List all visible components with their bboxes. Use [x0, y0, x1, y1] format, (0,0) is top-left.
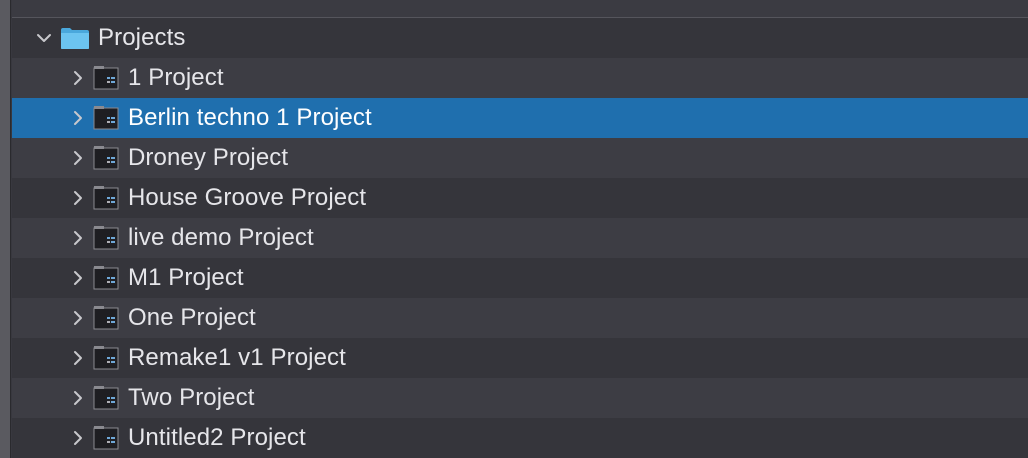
tree-row-project[interactable]: Remake1 v1 Project: [12, 338, 1028, 378]
tree-row-project[interactable]: live demo Project: [12, 218, 1028, 258]
project-label: 1 Project: [128, 64, 224, 91]
tree-row-project[interactable]: 1 Project: [12, 58, 1028, 98]
project-folder-icon: [92, 185, 120, 211]
partial-row: [12, 0, 1028, 18]
folder-label: Projects: [98, 24, 186, 51]
project-folder-icon: [92, 65, 120, 91]
left-pane-edge: [0, 0, 11, 458]
project-folder-icon: [92, 225, 120, 251]
tree-row-projects-folder[interactable]: Projects: [12, 18, 1028, 58]
chevron-right-icon[interactable]: [68, 268, 88, 288]
tree-row-project[interactable]: Berlin techno 1 Project: [12, 98, 1028, 138]
project-folder-icon: [92, 265, 120, 291]
project-label: M1 Project: [128, 264, 244, 291]
tree-row-project[interactable]: One Project: [12, 298, 1028, 338]
chevron-right-icon[interactable]: [68, 188, 88, 208]
tree-row-project[interactable]: M1 Project: [12, 258, 1028, 298]
project-folder-icon: [92, 105, 120, 131]
chevron-right-icon[interactable]: [68, 388, 88, 408]
chevron-right-icon[interactable]: [68, 68, 88, 88]
chevron-right-icon[interactable]: [68, 148, 88, 168]
chevron-right-icon[interactable]: [68, 428, 88, 448]
project-label: One Project: [128, 304, 256, 331]
project-label: Droney Project: [128, 144, 289, 171]
chevron-right-icon[interactable]: [68, 108, 88, 128]
project-folder-icon: [92, 345, 120, 371]
chevron-right-icon[interactable]: [68, 348, 88, 368]
project-folder-icon: [92, 425, 120, 451]
project-folder-icon: [92, 145, 120, 171]
tree-row-project[interactable]: House Groove Project: [12, 178, 1028, 218]
tree-row-project[interactable]: Two Project: [12, 378, 1028, 418]
project-label: Remake1 v1 Project: [128, 344, 346, 371]
project-label: House Groove Project: [128, 184, 367, 211]
chevron-right-icon[interactable]: [68, 228, 88, 248]
project-label: live demo Project: [128, 224, 314, 251]
project-label: Two Project: [128, 384, 255, 411]
project-folder-icon: [92, 305, 120, 331]
folder-icon: [60, 26, 90, 50]
project-browser: Projects 1 Project Berlin techno 1 Proje…: [0, 0, 1028, 458]
project-label: Untitled2 Project: [128, 424, 306, 451]
project-folder-icon: [92, 385, 120, 411]
chevron-down-icon[interactable]: [34, 28, 54, 48]
tree-row-project[interactable]: Untitled2 Project: [12, 418, 1028, 458]
project-tree: Projects 1 Project Berlin techno 1 Proje…: [12, 18, 1028, 458]
project-label: Berlin techno 1 Project: [128, 104, 372, 131]
tree-row-project[interactable]: Droney Project: [12, 138, 1028, 178]
chevron-right-icon[interactable]: [68, 308, 88, 328]
